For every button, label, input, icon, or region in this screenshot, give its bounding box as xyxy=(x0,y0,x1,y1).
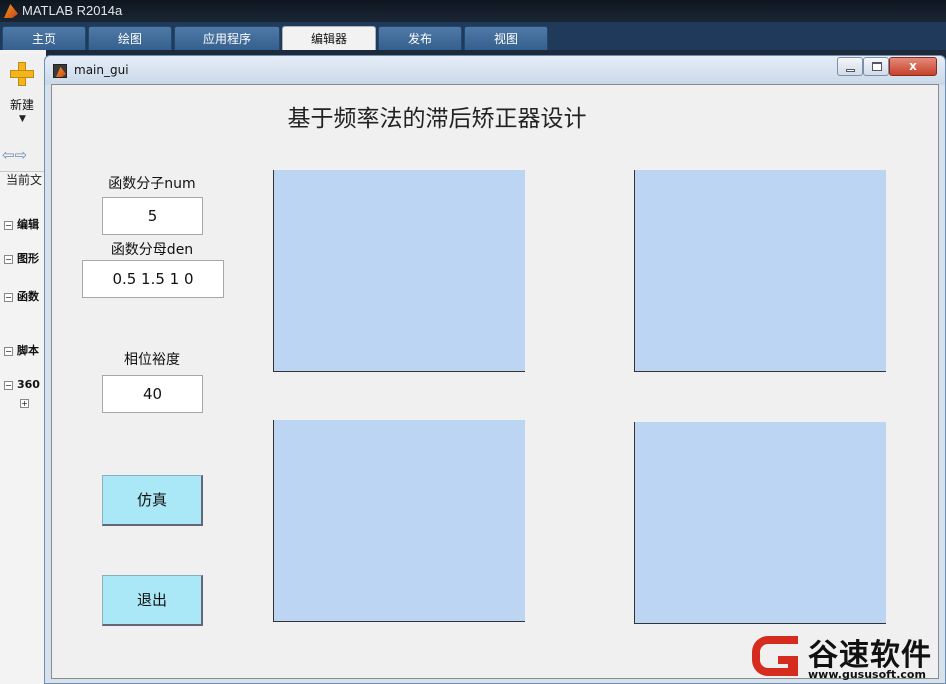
axes-2[interactable] xyxy=(634,170,886,372)
maximize-icon xyxy=(872,62,882,71)
nav-arrows[interactable]: ⇦⇨ xyxy=(2,146,27,164)
tree-expand[interactable]: + xyxy=(20,396,33,409)
minimize-icon xyxy=(846,69,855,72)
tab-plots[interactable]: 绘图 xyxy=(88,26,172,50)
matlab-logo-icon xyxy=(4,4,18,18)
collapse-icon[interactable]: − xyxy=(4,347,13,356)
collapse-icon[interactable]: − xyxy=(4,381,13,390)
minimize-button[interactable] xyxy=(837,57,863,76)
ribbon-tabbar: 主页 绘图 应用程序 编辑器 发布 视图 xyxy=(0,22,946,50)
simulate-button[interactable]: 仿真 xyxy=(102,475,203,526)
gususoft-logo-icon xyxy=(752,636,798,676)
close-button[interactable]: x xyxy=(889,57,937,76)
forward-icon[interactable]: ⇨ xyxy=(15,146,28,164)
watermark-url: www.gususoft.com xyxy=(808,668,926,681)
plus-icon xyxy=(10,62,34,86)
gui-window: main_gui x 基于频率法的滞后矫正器设计 函数分子num 5 函数分母d… xyxy=(44,55,946,684)
denominator-input[interactable]: 0.5 1.5 1 0 xyxy=(82,260,224,298)
collapse-icon[interactable]: − xyxy=(4,221,13,230)
close-icon: x xyxy=(909,59,917,73)
phase-margin-label: 相位裕度 xyxy=(124,352,180,368)
page-title: 基于频率法的滞后矫正器设计 xyxy=(287,106,587,132)
axes-3[interactable] xyxy=(273,420,525,622)
gui-window-title: main_gui xyxy=(74,63,129,77)
tree-item-scripts[interactable]: − 脚本 xyxy=(4,342,39,358)
tab-apps[interactable]: 应用程序 xyxy=(174,26,280,50)
numerator-label: 函数分子num xyxy=(108,176,196,192)
exit-button[interactable]: 退出 xyxy=(102,575,203,626)
gui-titlebar[interactable]: main_gui x xyxy=(45,56,945,85)
numerator-input[interactable]: 5 xyxy=(102,197,203,235)
matlab-titlebar: MATLAB R2014a xyxy=(0,0,946,22)
tab-editor[interactable]: 编辑器 xyxy=(282,26,376,50)
current-folder-label: 当前文 xyxy=(6,173,43,187)
left-pane: 新建 ▼ ⇦⇨ 当前文 − 编辑 − 图形 − 函数 − 脚本 −360 + xyxy=(0,50,46,684)
new-button-label: 新建 xyxy=(10,98,35,112)
tree-item-functions[interactable]: − 函数 xyxy=(4,288,39,304)
axes-1[interactable] xyxy=(273,170,525,372)
tab-view[interactable]: 视图 xyxy=(464,26,548,50)
tree-item-360[interactable]: −360 xyxy=(4,378,40,391)
app-title: MATLAB R2014a xyxy=(22,3,123,18)
maximize-button[interactable] xyxy=(863,57,889,76)
tab-publish[interactable]: 发布 xyxy=(378,26,462,50)
figure-icon xyxy=(53,64,67,78)
collapse-icon[interactable]: − xyxy=(4,293,13,302)
denominator-label: 函数分母den xyxy=(110,242,194,258)
tree-item-editor[interactable]: − 编辑 xyxy=(4,216,39,232)
watermark: 谷速软件 www.gususoft.com xyxy=(748,630,946,684)
dropdown-arrow-icon: ▼ xyxy=(19,114,26,124)
back-icon[interactable]: ⇦ xyxy=(2,146,15,164)
collapse-icon[interactable]: − xyxy=(4,255,13,264)
gui-canvas: 基于频率法的滞后矫正器设计 函数分子num 5 函数分母den 0.5 1.5 … xyxy=(51,84,939,679)
tree-item-graphics[interactable]: − 图形 xyxy=(4,250,39,266)
phase-margin-input[interactable]: 40 xyxy=(102,375,203,413)
axes-4[interactable] xyxy=(634,422,886,624)
expand-icon[interactable]: + xyxy=(20,399,29,408)
tab-home[interactable]: 主页 xyxy=(2,26,86,50)
